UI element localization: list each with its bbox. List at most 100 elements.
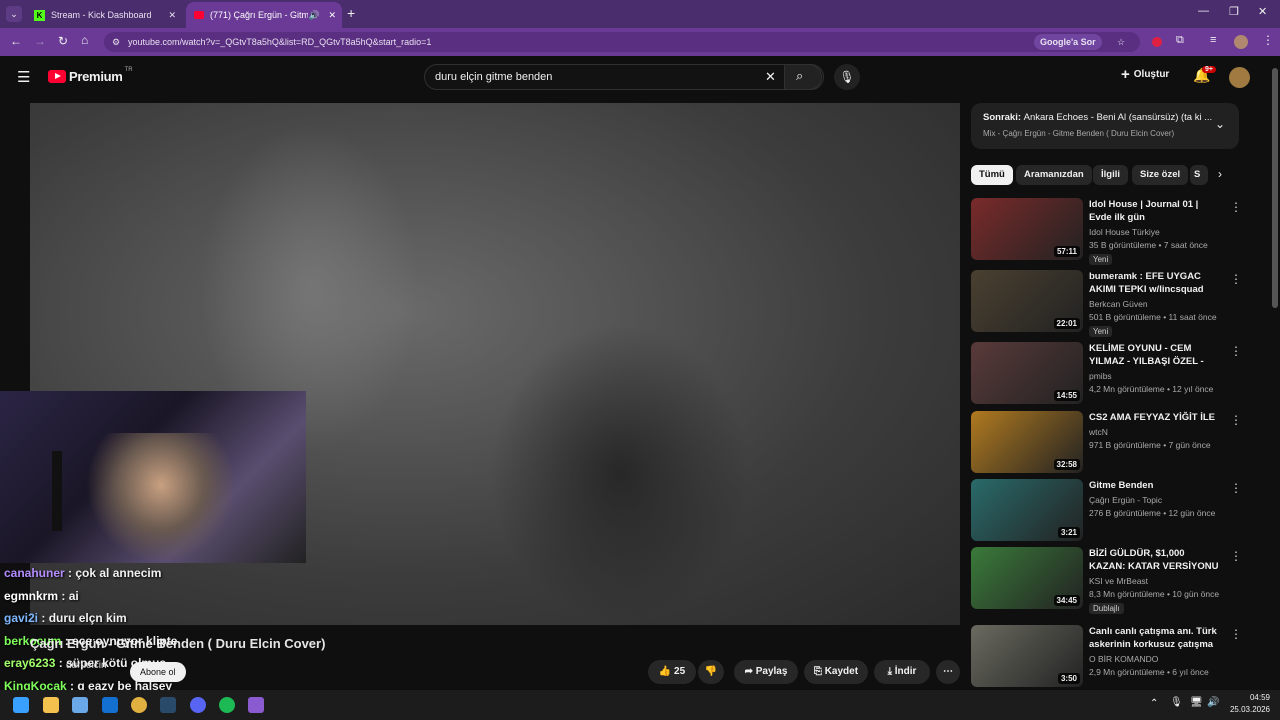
- video-thumbnail[interactable]: 57:11: [971, 198, 1083, 260]
- volume-icon[interactable]: 🔊: [1207, 697, 1219, 708]
- back-icon[interactable]: ←: [10, 34, 22, 48]
- chrome-icon[interactable]: [131, 697, 147, 713]
- video-thumbnail[interactable]: 3:21: [971, 479, 1083, 541]
- outlook-icon[interactable]: [102, 697, 118, 713]
- extension-icon[interactable]: [1152, 37, 1162, 47]
- browser-tab-youtube[interactable]: (771) Çağrı Ergün - Gitme B 🔊 ✕: [186, 2, 342, 28]
- steam-icon[interactable]: [160, 697, 176, 713]
- more-vertical-icon[interactable]: ⋮: [1230, 413, 1242, 427]
- close-window-button[interactable]: ✕: [1258, 5, 1267, 18]
- chip-from-search[interactable]: Aramanızdan: [1016, 165, 1092, 185]
- search-input[interactable]: duru elçin gitme benden ✕: [424, 64, 824, 90]
- store-icon[interactable]: [72, 697, 88, 713]
- recommendation-title[interactable]: Canlı canlı çatışma anı. Türk askerinin …: [1089, 625, 1219, 651]
- more-vertical-icon[interactable]: ⋮: [1230, 272, 1242, 286]
- video-thumbnail[interactable]: 14:55: [971, 342, 1083, 404]
- recommendation-channel[interactable]: Çağrı Ergün - Topic: [1089, 494, 1162, 507]
- recommendation-title[interactable]: Idol House | Journal 01 | Evde ilk gün: [1089, 198, 1219, 224]
- recommendation-title[interactable]: BİZİ GÜLDÜR, $1,000 KAZAN: KATAR VERSİYO…: [1089, 547, 1219, 573]
- forward-icon[interactable]: →: [34, 34, 46, 48]
- recommendation-channel[interactable]: O BİR KOMANDO: [1089, 653, 1158, 666]
- dislike-button[interactable]: 👎: [698, 660, 724, 684]
- url-bar[interactable]: ⚙ youtube.com/watch?v=_QGtvT8a5hQ&list=R…: [104, 32, 1140, 52]
- bookmark-star-icon[interactable]: ☆: [1117, 32, 1125, 52]
- discord-icon[interactable]: [190, 697, 206, 713]
- chevron-down-icon[interactable]: ⌄: [1215, 117, 1225, 131]
- new-tab-button[interactable]: +: [347, 5, 355, 21]
- page-scrollbar[interactable]: [1272, 68, 1278, 308]
- valorant-icon[interactable]: [248, 697, 264, 713]
- share-button[interactable]: ➦ Paylaş: [734, 660, 798, 684]
- save-button[interactable]: ⎘ Kaydet: [804, 660, 868, 684]
- chip-all[interactable]: Tümü: [971, 165, 1013, 185]
- recommendation-item[interactable]: 22:01 bumeramk : EFE UYGAC AKIMI TEPKI w/…: [971, 270, 1242, 337]
- media-control-icon[interactable]: ≡: [1210, 34, 1216, 46]
- more-vertical-icon[interactable]: ⋮: [1230, 344, 1242, 358]
- chat-text: çok al annecim: [75, 566, 162, 580]
- recommendation-item[interactable]: 3:21 Gitme Benden Çağrı Ergün - Topic 276 B…: [971, 479, 1242, 543]
- file-explorer-icon[interactable]: [43, 697, 59, 713]
- account-avatar[interactable]: [1229, 67, 1250, 88]
- recommendation-title[interactable]: CS2 AMA FEYYAZ YİĞİT İLE: [1089, 411, 1219, 424]
- recommendation-title[interactable]: bumeramk : EFE UYGAC AKIMI TEPKI w/lincs…: [1089, 270, 1219, 296]
- tray-chevron-icon[interactable]: ⌃: [1150, 698, 1158, 709]
- video-thumbnail[interactable]: 32:58: [971, 411, 1083, 473]
- like-button[interactable]: 👍 25: [648, 660, 696, 684]
- recommendation-item[interactable]: 32:58 CS2 AMA FEYYAZ YİĞİT İLE wtcN 971 B g…: [971, 411, 1242, 475]
- more-vertical-icon[interactable]: ⋮: [1230, 549, 1242, 563]
- channel-name[interactable]: duruelcin: [66, 660, 107, 671]
- recommendation-channel[interactable]: Idol House Türkiye: [1089, 226, 1160, 239]
- tab-close-icon[interactable]: ✕: [168, 10, 176, 21]
- video-thumbnail[interactable]: 34:45: [971, 547, 1083, 609]
- recommendation-title[interactable]: KELİME OYUNU - CEM YILMAZ - YILBAŞI ÖZEL…: [1089, 342, 1219, 368]
- speaker-icon[interactable]: 🔊: [309, 10, 320, 21]
- chip-related[interactable]: İlgili: [1093, 165, 1128, 185]
- up-next-panel[interactable]: Sonraki: Ankara Echoes - Beni Al (sansür…: [971, 103, 1239, 149]
- recommendation-channel[interactable]: wtcN: [1089, 426, 1108, 439]
- profile-avatar[interactable]: [1234, 35, 1248, 49]
- recommendation-channel[interactable]: Berkcan Güven: [1089, 298, 1148, 311]
- google-ask-button[interactable]: Google'a Sor: [1034, 34, 1102, 50]
- windows-start-icon[interactable]: [13, 697, 29, 713]
- recommendation-title[interactable]: Gitme Benden: [1089, 479, 1219, 492]
- clock-date[interactable]: 25.03.2026: [1228, 705, 1270, 714]
- home-icon[interactable]: ⌂: [81, 33, 88, 47]
- chip-more[interactable]: S: [1190, 165, 1208, 185]
- microphone-tray-icon[interactable]: 🎙: [1170, 697, 1183, 708]
- browser-menu-icon[interactable]: ⋮: [1262, 33, 1274, 47]
- hamburger-menu-icon[interactable]: ☰: [17, 68, 30, 86]
- recommendation-item[interactable]: 57:11 Idol House | Journal 01 | Evde ilk …: [971, 198, 1242, 265]
- region-code: TR: [124, 66, 133, 73]
- recommendation-item[interactable]: 3:50 Canlı canlı çatışma anı. Türk askeri…: [971, 625, 1242, 689]
- video-thumbnail[interactable]: 22:01: [971, 270, 1083, 332]
- more-vertical-icon[interactable]: ⋮: [1230, 627, 1242, 641]
- recommendation-channel[interactable]: KSI ve MrBeast: [1089, 575, 1148, 588]
- recommendation-item[interactable]: 14:55 KELİME OYUNU - CEM YILMAZ - YILBAŞI…: [971, 342, 1242, 406]
- youtube-logo[interactable]: Premium TR: [48, 66, 133, 84]
- recommendation-channel[interactable]: pmibs: [1089, 370, 1112, 383]
- minimize-button[interactable]: —: [1198, 5, 1209, 17]
- chip-for-you[interactable]: Size özel: [1132, 165, 1189, 185]
- download-button[interactable]: ⤓ İndir: [874, 660, 930, 684]
- more-vertical-icon[interactable]: ⋮: [1230, 481, 1242, 495]
- site-info-icon[interactable]: ⚙: [112, 32, 120, 52]
- tab-close-icon[interactable]: ✕: [328, 10, 336, 21]
- reload-icon[interactable]: ↻: [58, 34, 68, 48]
- subscribe-button[interactable]: Abone ol: [130, 662, 186, 682]
- clock-time[interactable]: 04:59: [1246, 693, 1270, 702]
- chips-next-chevron-icon[interactable]: ›: [1218, 167, 1222, 181]
- more-vertical-icon[interactable]: ⋮: [1230, 200, 1242, 214]
- voice-search-button[interactable]: 🎙: [834, 64, 860, 90]
- spotify-icon[interactable]: [219, 697, 235, 713]
- browser-tab-kick[interactable]: K Stream - Kick Dashboard ✕: [26, 2, 184, 28]
- network-icon[interactable]: 🖥: [1190, 697, 1203, 708]
- recommendation-item[interactable]: 34:45 BİZİ GÜLDÜR, $1,000 KAZAN: KATAR VE…: [971, 547, 1242, 614]
- tab-search-icon[interactable]: ⌄: [6, 6, 22, 22]
- extensions-puzzle-icon[interactable]: ⧉: [1176, 34, 1184, 47]
- video-thumbnail[interactable]: 3:50: [971, 625, 1083, 687]
- clear-search-icon[interactable]: ✕: [765, 65, 776, 89]
- more-actions-button[interactable]: ⋯: [936, 660, 960, 684]
- restore-button[interactable]: ❐: [1229, 5, 1239, 18]
- create-button[interactable]: + Oluştur: [1121, 67, 1169, 82]
- search-button[interactable]: ⌕: [784, 64, 822, 90]
